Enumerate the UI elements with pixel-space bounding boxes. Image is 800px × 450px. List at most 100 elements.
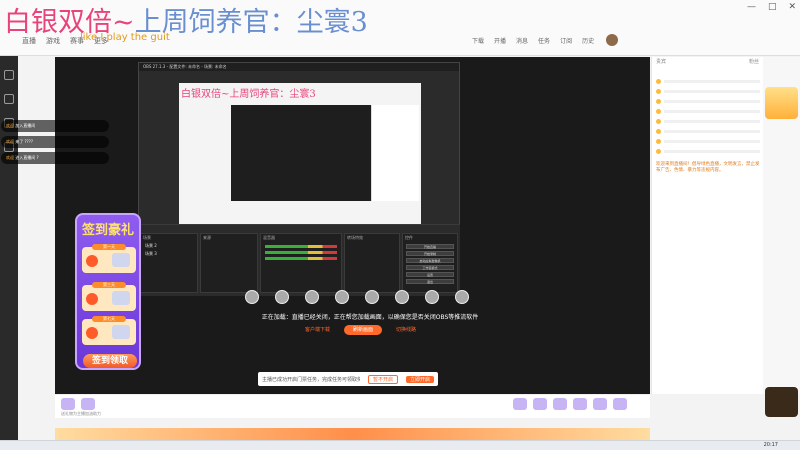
- rank-row[interactable]: [656, 97, 760, 106]
- gift-icon[interactable]: [573, 398, 587, 410]
- sources-dock-title: 来源: [203, 235, 211, 240]
- rank-bar: [664, 80, 760, 83]
- taskbar-clock: 20:17: [763, 442, 778, 448]
- nav-tasks[interactable]: 任务: [538, 36, 550, 45]
- thumbnail[interactable]: [365, 290, 379, 304]
- rank-bar: [664, 150, 760, 153]
- chat-text: 进入直播间 ?: [15, 155, 39, 160]
- coin-icon: [86, 293, 98, 305]
- gift-icon[interactable]: [593, 398, 607, 410]
- promo-banner[interactable]: [765, 387, 798, 417]
- thumbnail[interactable]: [425, 290, 439, 304]
- signin-claim-button[interactable]: 签到领取: [83, 354, 137, 368]
- decline-button[interactable]: 暂不开启: [367, 374, 398, 384]
- rank-badge-icon: [656, 89, 661, 94]
- rank-row[interactable]: [656, 107, 760, 116]
- obs-inner-title: 白银双倍~上周饲养官：尘寰3: [181, 89, 316, 100]
- exit-button[interactable]: 退出: [406, 279, 454, 284]
- thumbnail[interactable]: [245, 290, 259, 304]
- right-panel-header: 贵宾 粉丝: [652, 57, 763, 67]
- virtual-camera-button[interactable]: 启动虚拟摄像机: [406, 258, 454, 263]
- gift-icon[interactable]: [513, 398, 527, 410]
- scene-item[interactable]: 场景 3: [141, 250, 197, 258]
- home-icon[interactable]: [4, 70, 14, 80]
- signin-title: 签到豪礼: [81, 223, 134, 238]
- tab-vip[interactable]: 贵宾: [656, 58, 666, 66]
- rank-row[interactable]: [656, 147, 760, 156]
- rank-row[interactable]: [656, 87, 760, 96]
- refresh-button[interactable]: 刷新画面: [344, 325, 383, 335]
- rank-bar: [664, 120, 760, 123]
- settings-button[interactable]: 设置: [406, 272, 454, 277]
- rank-bar: [664, 110, 760, 113]
- thumbnail[interactable]: [455, 290, 469, 304]
- chat-message: 欢迎 加入直播间: [1, 120, 109, 132]
- minimize-button[interactable]: —: [747, 2, 756, 12]
- promo-ribbon[interactable]: [55, 428, 650, 440]
- controls-dock: 控件 开始直播 开始录制 启动虚拟摄像机 工作室模式 设置 退出: [402, 233, 458, 293]
- rank-row[interactable]: [656, 137, 760, 146]
- mixer-dock: 混音器: [260, 233, 342, 293]
- close-button[interactable]: ✕: [788, 2, 796, 12]
- stream-title: 白银双倍~上周饲养官：尘寰3: [4, 0, 368, 39]
- chat-text: 加入直播间: [15, 123, 36, 128]
- day-card: 第三天: [82, 282, 136, 311]
- rank-row[interactable]: [656, 117, 760, 126]
- start-recording-button[interactable]: 开始录制: [406, 251, 454, 256]
- scenes-dock: 场景 场景 2 场景 3: [140, 233, 198, 293]
- nav-right: 下载 开播 消息 任务 订阅 历史: [472, 36, 594, 45]
- promo-banner[interactable]: [765, 87, 798, 119]
- nav-download[interactable]: 下载: [472, 36, 484, 45]
- gift-bar: 送礼物为主播加油助力: [55, 394, 650, 418]
- room-announcement: 欢迎来到直播间！倡导绿色直播，文明发言，禁止发布广告、色情、暴力等违规内容。: [656, 162, 760, 173]
- ticket-task-label: 主播已成功开启门票任务，完成任务可领取奖励: [262, 376, 360, 383]
- thumbnail[interactable]: [395, 290, 409, 304]
- gift-icon[interactable]: [533, 398, 547, 410]
- nav-messages[interactable]: 消息: [516, 36, 528, 45]
- signin-reward-card: 签到豪礼 第一天 第三天 第七天 签到领取: [75, 213, 141, 370]
- controls-dock-title: 控件: [405, 235, 413, 240]
- day-card: 第七天: [82, 316, 136, 345]
- thumbnail[interactable]: [305, 290, 319, 304]
- rank-row[interactable]: [656, 127, 760, 136]
- rank-badge-icon: [656, 109, 661, 114]
- notice-buttons: 客户端下载 刷新画面 切换线路: [305, 325, 416, 335]
- day-label: 第七天: [92, 316, 126, 322]
- gift-icon[interactable]: [81, 398, 95, 410]
- scene-item[interactable]: 场景 2: [141, 242, 197, 250]
- gift-icon[interactable]: [613, 398, 627, 410]
- rank-badge-icon: [656, 129, 661, 134]
- accept-button[interactable]: 立即开启: [405, 375, 434, 383]
- avatar[interactable]: [606, 34, 618, 46]
- stream-subtitle: like I play the guit: [80, 32, 170, 43]
- thumbnail[interactable]: [335, 290, 349, 304]
- switch-line-link[interactable]: 切换线路: [396, 325, 416, 335]
- coin-icon: [86, 327, 98, 339]
- rank-bar: [664, 130, 760, 133]
- mixer-dock-title: 混音器: [263, 235, 275, 240]
- nav-history[interactable]: 历史: [582, 36, 594, 45]
- ticket-task-bar: 主播已成功开启门票任务，完成任务可领取奖励 暂不开启 立即开启: [258, 372, 438, 386]
- obs-docks: 场景 场景 2 场景 3 来源 混音器 转场特效 控件 开始直播 开始录制 启动…: [138, 224, 460, 296]
- tab-fans[interactable]: 粉丝: [749, 58, 759, 66]
- audio-meter: [265, 245, 337, 248]
- gift-icon[interactable]: [61, 398, 75, 410]
- nav-subscribe[interactable]: 订阅: [560, 36, 572, 45]
- rank-badge-icon: [656, 119, 661, 124]
- right-panel: 贵宾 粉丝 欢迎来到直播间！倡导绿色直播，文明发言，禁止发布广告、色情、暴力等违…: [651, 57, 763, 394]
- rank-bar: [664, 140, 760, 143]
- maximize-button[interactable]: □: [768, 2, 777, 12]
- client-download-link[interactable]: 客户端下载: [305, 325, 330, 335]
- obs-inner-video: [231, 105, 371, 201]
- gift-icon[interactable]: [553, 398, 567, 410]
- follow-icon[interactable]: [4, 94, 14, 104]
- transitions-dock: 转场特效: [344, 233, 400, 293]
- nav-start-stream[interactable]: 开播: [494, 36, 506, 45]
- chat-message: 欢迎 来了 ????: [1, 136, 109, 148]
- rank-row[interactable]: [656, 77, 760, 86]
- start-streaming-button[interactable]: 开始直播: [406, 244, 454, 249]
- thumbnail[interactable]: [275, 290, 289, 304]
- scenes-dock-title: 场景: [143, 235, 151, 240]
- obs-inner-panel: [371, 105, 419, 201]
- studio-mode-button[interactable]: 工作室模式: [406, 265, 454, 270]
